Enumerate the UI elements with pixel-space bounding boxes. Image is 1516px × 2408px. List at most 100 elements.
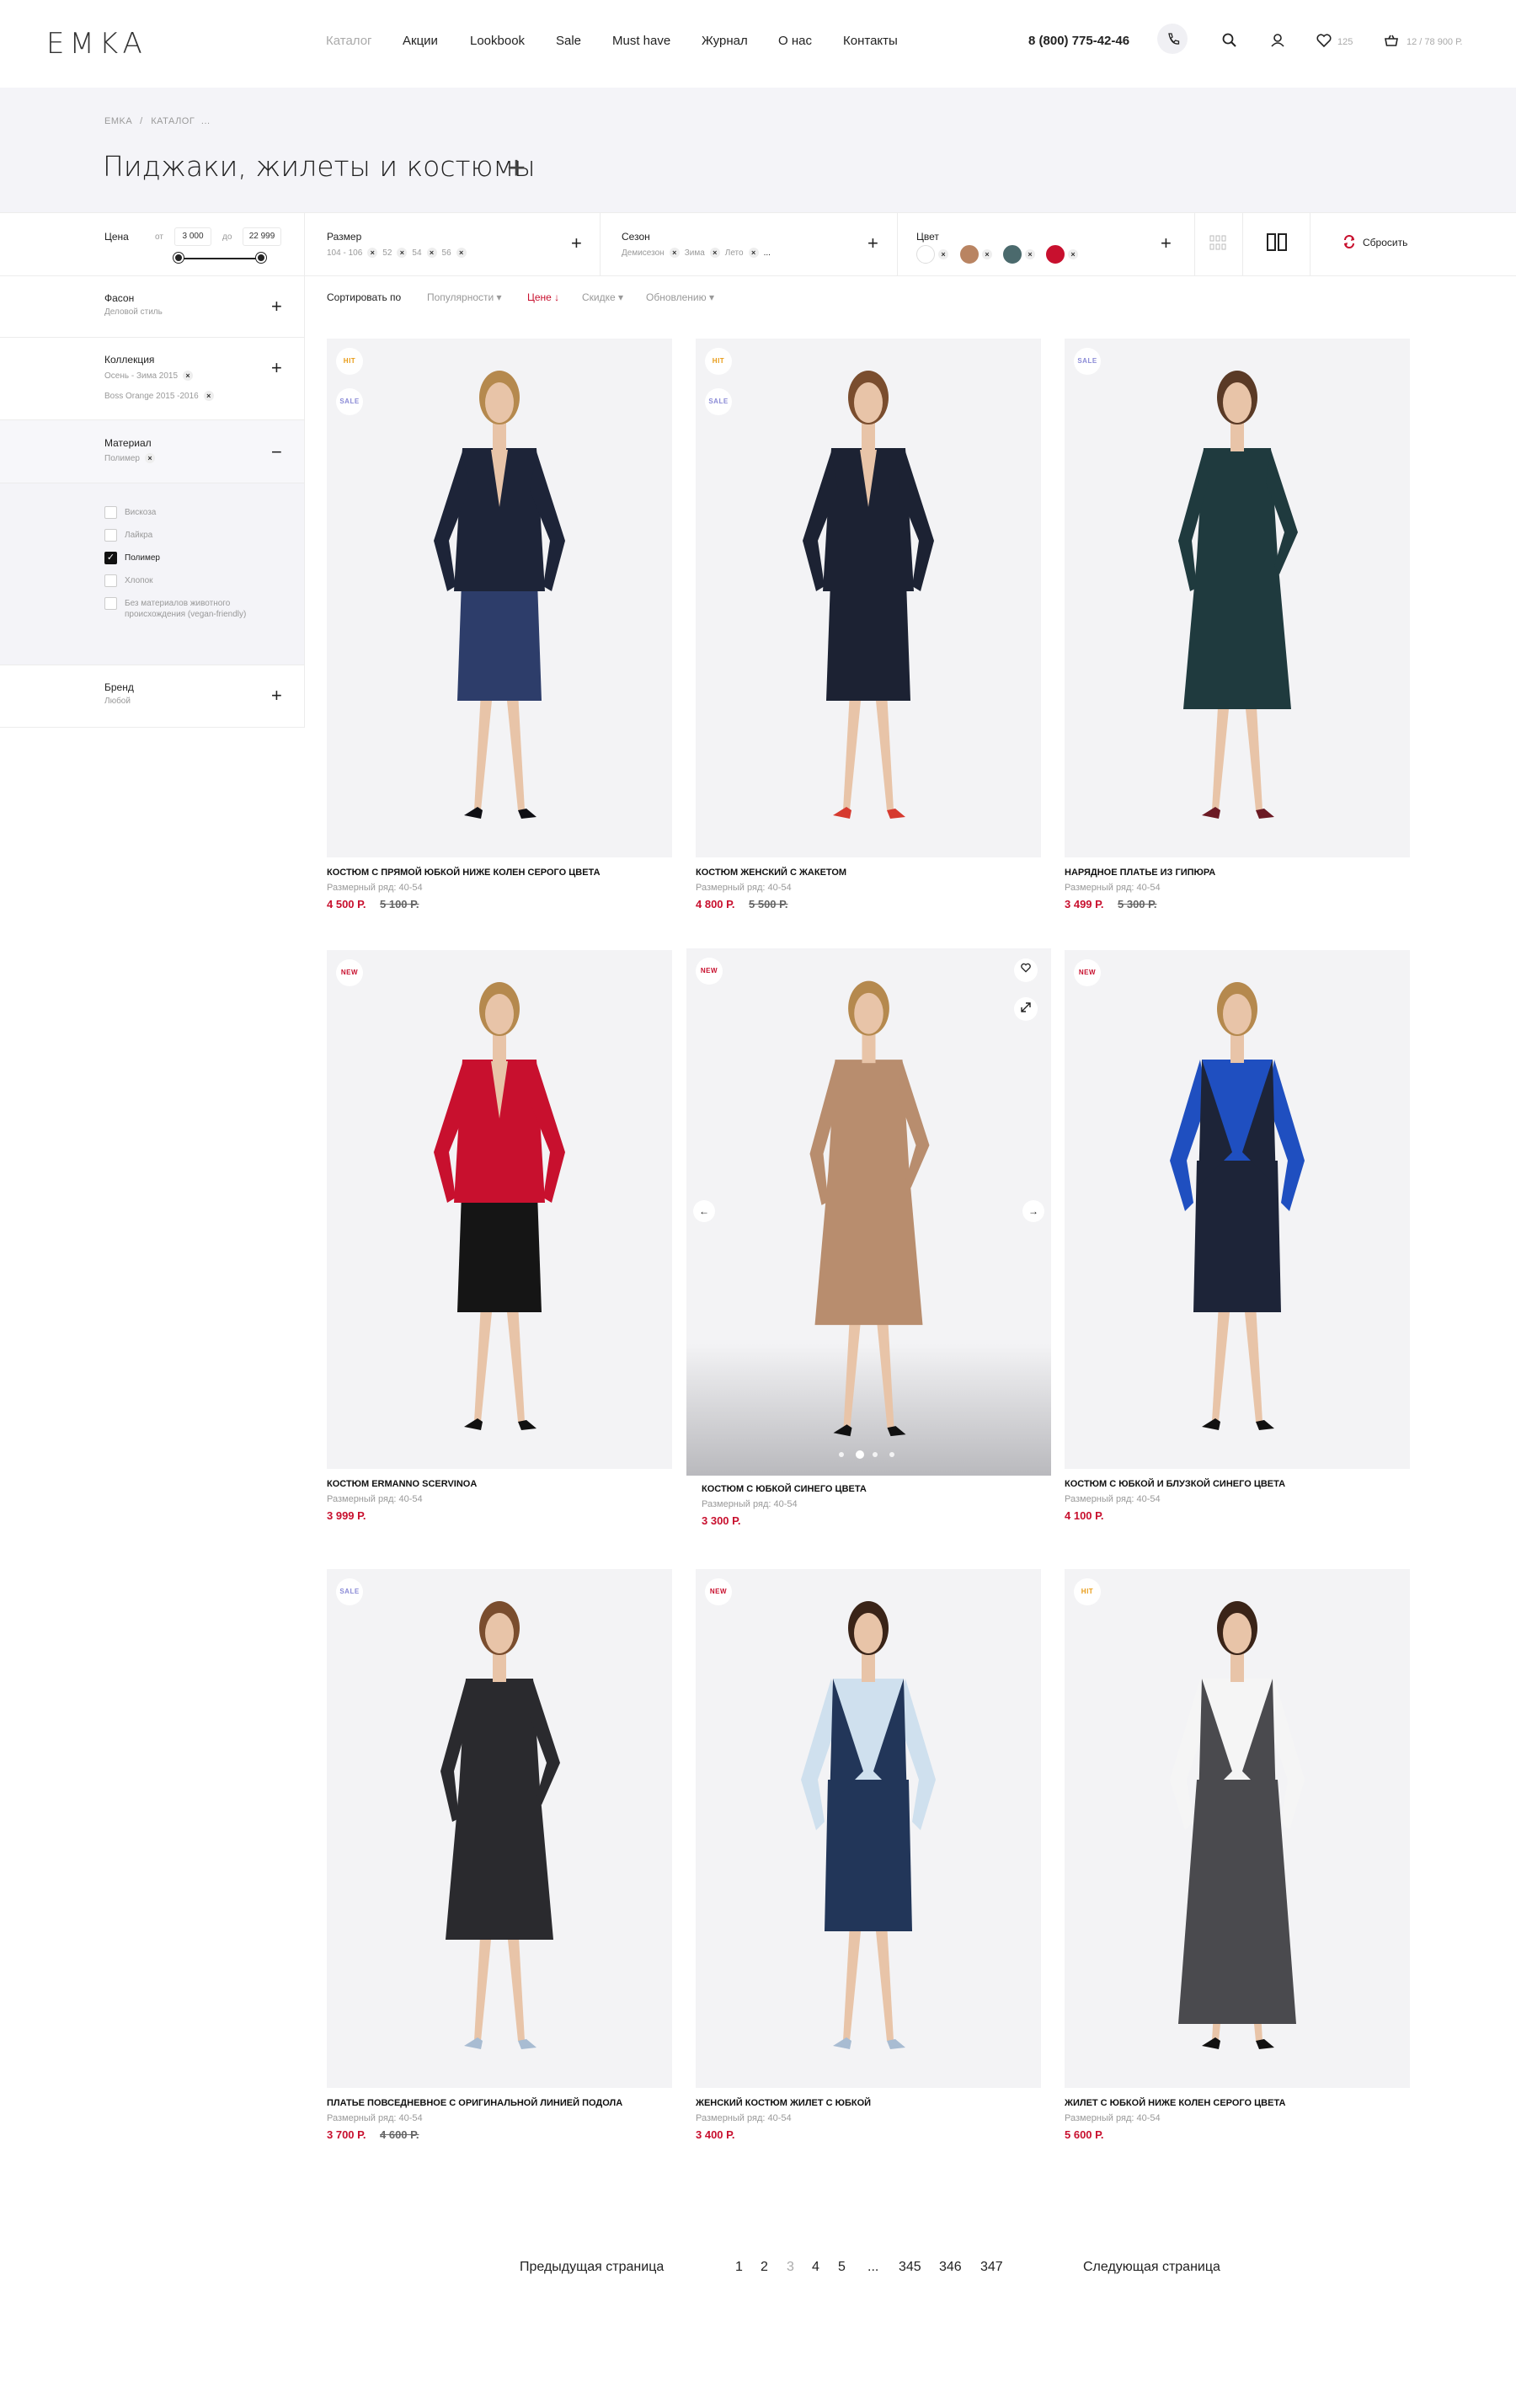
remove-icon[interactable]: ×	[982, 249, 992, 259]
remove-icon[interactable]: ×	[367, 248, 378, 258]
remove-icon[interactable]: ×	[456, 248, 467, 258]
remove-icon[interactable]: ×	[426, 248, 437, 258]
nav-item[interactable]: Акции	[403, 34, 438, 48]
product-image[interactable]	[327, 950, 672, 1469]
product-image[interactable]	[696, 1569, 1041, 2088]
product-image[interactable]	[327, 1569, 672, 2088]
remove-icon[interactable]: ×	[669, 248, 680, 258]
search-icon[interactable]	[1220, 30, 1240, 51]
product-name[interactable]: Платье повседневное с оригинальной линие…	[327, 2098, 622, 2108]
remove-icon[interactable]: ×	[397, 248, 408, 258]
expand-button[interactable]	[1014, 997, 1038, 1021]
size-expand-icon[interactable]: +	[571, 234, 582, 253]
prev-page-link[interactable]: Предыдущая страница	[520, 2260, 664, 2275]
logo[interactable]: EMKA	[46, 27, 147, 61]
season-expand-icon[interactable]: +	[867, 234, 878, 253]
sort-price[interactable]: Цене ↓	[527, 291, 559, 303]
collection-expand-icon[interactable]: +	[271, 359, 282, 377]
page-link[interactable]: 1	[735, 2260, 743, 2275]
carousel-dot[interactable]	[889, 1452, 894, 1457]
brand-expand-icon[interactable]: +	[271, 686, 282, 705]
product-image[interactable]	[686, 948, 1051, 1476]
season-more[interactable]: ...	[764, 248, 771, 258]
color-swatch[interactable]	[1046, 245, 1065, 264]
product-name[interactable]: Костюм Ermanno Scervinoa	[327, 1479, 477, 1489]
product-image[interactable]	[1065, 1569, 1410, 2088]
sort-popularity[interactable]: Популярности ▾	[427, 291, 502, 303]
product-name[interactable]: Женский костюм жилет с юбкой	[696, 2098, 871, 2108]
remove-icon[interactable]: ×	[144, 453, 155, 463]
nav-item[interactable]: О нас	[778, 34, 812, 48]
remove-icon[interactable]: ×	[709, 248, 720, 258]
prev-image-button[interactable]: ←	[693, 1200, 715, 1222]
nav-item[interactable]: Журнал	[702, 34, 748, 48]
sort-discount[interactable]: Скидке ▾	[582, 291, 623, 303]
checkbox[interactable]	[104, 506, 117, 519]
phone-number[interactable]: 8 (800) 775-42-46	[1028, 34, 1129, 48]
heart-icon[interactable]	[1314, 30, 1334, 51]
price-to-input[interactable]: 22 999	[243, 227, 281, 246]
reset-icon[interactable]	[1343, 235, 1356, 248]
product-name[interactable]: Жилет с юбкой ниже колен серого цвета	[1065, 2098, 1285, 2108]
next-page-link[interactable]: Следующая страница	[1083, 2260, 1220, 2275]
product-name[interactable]: Костюм женский с жакетом	[696, 868, 846, 878]
nav-item[interactable]: Каталог	[326, 34, 372, 48]
nav-item[interactable]: Контакты	[843, 34, 898, 48]
page-link[interactable]: 2	[761, 2260, 768, 2275]
page-link[interactable]: 346	[939, 2260, 962, 2275]
remove-icon[interactable]: ×	[183, 371, 194, 381]
price-from-input[interactable]: 3 000	[174, 227, 211, 246]
expand-title-icon[interactable]: +	[507, 152, 526, 184]
product-name[interactable]: Нарядное платье из гипюра	[1065, 868, 1215, 878]
carousel-dot[interactable]	[873, 1452, 878, 1457]
color-swatch[interactable]	[960, 245, 979, 264]
product-image[interactable]	[1065, 339, 1410, 857]
product-name[interactable]: Костюм с прямой юбкой ниже колен серого …	[327, 868, 601, 878]
cart-summary[interactable]: 12 / 78 900 Р.	[1407, 37, 1462, 47]
product-image[interactable]	[327, 339, 672, 857]
bag-icon[interactable]	[1381, 30, 1401, 51]
nav-item[interactable]: Sale	[556, 34, 581, 48]
style-expand-icon[interactable]: +	[271, 297, 282, 316]
page-link[interactable]: 347	[980, 2260, 1003, 2275]
remove-icon[interactable]: ×	[1068, 249, 1078, 259]
checkbox[interactable]	[104, 597, 117, 610]
sidebar-filter-material[interactable]	[0, 420, 304, 483]
color-swatch[interactable]	[916, 245, 935, 264]
add-favorite-button[interactable]	[1014, 958, 1038, 982]
checkbox[interactable]	[104, 529, 117, 542]
price-min-handle[interactable]	[173, 253, 184, 263]
grid-2-icon[interactable]	[1267, 233, 1287, 252]
breadcrumb-more[interactable]: ...	[201, 116, 211, 126]
price-max-handle[interactable]	[256, 253, 266, 263]
remove-icon[interactable]: ×	[1025, 249, 1035, 259]
product-name[interactable]: Костюм с юбкой и блузкой синего цвета	[1065, 1479, 1285, 1489]
product-image[interactable]	[696, 339, 1041, 857]
grid-3-icon[interactable]	[1209, 234, 1226, 251]
color-swatch[interactable]	[1003, 245, 1022, 264]
page-link[interactable]: 3	[787, 2260, 794, 2275]
remove-icon[interactable]: ×	[938, 249, 948, 259]
checkbox[interactable]	[104, 574, 117, 587]
carousel-dot[interactable]	[839, 1452, 844, 1457]
product-name[interactable]: Костюм с юбкой синего цвета	[702, 1484, 867, 1494]
carousel-dot[interactable]	[856, 1450, 864, 1459]
user-icon[interactable]	[1268, 30, 1288, 51]
nav-item[interactable]: Lookbook	[470, 34, 525, 48]
remove-icon[interactable]: ×	[203, 391, 214, 401]
phone-button[interactable]	[1157, 24, 1188, 54]
remove-icon[interactable]: ×	[748, 248, 759, 258]
page-link[interactable]: 4	[812, 2260, 819, 2275]
breadcrumb-home[interactable]: EMKA	[104, 116, 132, 126]
sort-update[interactable]: Обновлению ▾	[646, 291, 714, 303]
next-image-button[interactable]: →	[1022, 1200, 1044, 1222]
breadcrumb-current[interactable]: КАТАЛОГ	[151, 116, 195, 126]
sidebar-filter-brand[interactable]	[0, 665, 304, 728]
page-link[interactable]: 5	[838, 2260, 846, 2275]
product-image[interactable]	[1065, 950, 1410, 1469]
reset-filters-button[interactable]: Сбросить	[1363, 237, 1407, 248]
nav-item[interactable]: Must have	[612, 34, 670, 48]
collapse-icon[interactable]: −	[271, 443, 282, 462]
checkbox[interactable]: ✓	[104, 552, 117, 564]
color-expand-icon[interactable]: +	[1161, 234, 1172, 253]
